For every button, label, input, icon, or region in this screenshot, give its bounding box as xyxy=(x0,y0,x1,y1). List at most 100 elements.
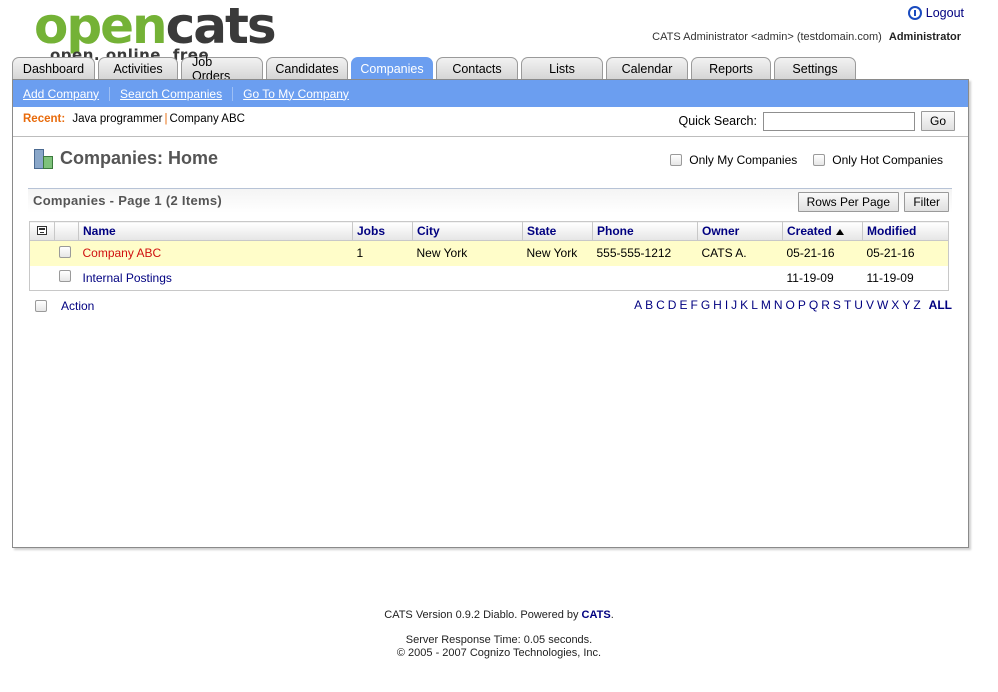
table-header-row: Name Jobs City State Phone Owner Created… xyxy=(29,221,949,241)
letter-filter-k[interactable]: K xyxy=(740,298,748,312)
list-title: Companies - Page 1 (2 Items) xyxy=(33,193,223,208)
go-button[interactable]: Go xyxy=(920,111,955,131)
logout-label[interactable]: Logout xyxy=(926,6,964,20)
letter-filter-w[interactable]: W xyxy=(877,298,888,312)
user-identity: CATS Administrator <admin> (testdomain.c… xyxy=(652,31,882,43)
cats-link[interactable]: CATS xyxy=(582,609,611,621)
go-to-my-company-link[interactable]: Go To My Company xyxy=(232,86,359,101)
tab-reports[interactable]: Reports xyxy=(691,57,771,80)
letter-filter-g[interactable]: G xyxy=(701,298,710,312)
column-header-city[interactable]: City xyxy=(412,221,523,241)
companies-table: Name Jobs City State Phone Owner Created… xyxy=(29,221,949,291)
cell-name[interactable]: Internal Postings xyxy=(79,266,353,291)
select-column-header xyxy=(54,221,79,241)
column-chooser-icon[interactable] xyxy=(37,226,47,235)
letter-filter-d[interactable]: D xyxy=(668,298,677,312)
table-row[interactable]: Internal Postings 11-19-09 11-19-09 xyxy=(30,266,949,291)
cell-state xyxy=(523,266,593,291)
cell-name[interactable]: Company ABC xyxy=(78,240,353,266)
letter-filter-j[interactable]: J xyxy=(731,298,737,312)
tab-dashboard[interactable]: Dashboard xyxy=(12,57,95,80)
quick-search-label: Quick Search: xyxy=(678,114,757,128)
letter-filter-m[interactable]: M xyxy=(761,298,771,312)
search-companies-link[interactable]: Search Companies xyxy=(109,86,232,101)
tab-contacts[interactable]: Contacts xyxy=(436,57,518,80)
letter-filter-p[interactable]: P xyxy=(798,298,806,312)
cell-city xyxy=(413,266,523,291)
quick-search-input[interactable] xyxy=(762,111,915,131)
row-select-cell xyxy=(55,266,79,291)
letter-filter-n[interactable]: N xyxy=(774,298,783,312)
list-header: Companies - Page 1 (2 Items) Rows Per Pa… xyxy=(28,188,952,213)
letter-filter-u[interactable]: U xyxy=(854,298,863,312)
letter-filter-x[interactable]: X xyxy=(891,298,899,312)
recent-item-company-abc[interactable]: Company ABC xyxy=(170,113,245,125)
tab-lists[interactable]: Lists xyxy=(521,57,603,80)
only-hot-companies-checkbox[interactable] xyxy=(813,154,826,166)
column-header-owner[interactable]: Owner xyxy=(697,221,783,241)
column-header-phone[interactable]: Phone xyxy=(592,221,698,241)
cell-jobs xyxy=(353,266,413,291)
rows-per-page-button[interactable]: Rows Per Page xyxy=(797,192,899,212)
only-my-companies-checkbox[interactable] xyxy=(670,154,683,166)
letter-filter-s[interactable]: S xyxy=(833,298,841,312)
letter-filter-v[interactable]: V xyxy=(866,298,874,312)
only-my-companies-label: Only My Companies xyxy=(689,153,798,167)
power-icon[interactable] xyxy=(907,6,922,20)
letter-filter-y[interactable]: Y xyxy=(902,298,910,312)
letter-filter-a[interactable]: A xyxy=(634,298,642,312)
row-checkbox[interactable] xyxy=(58,245,71,258)
footer-copyright: © 2005 - 2007 Cognizo Technologies, Inc. xyxy=(396,647,602,659)
quick-search: Quick Search: Go xyxy=(678,111,955,131)
letter-filter-z[interactable]: Z xyxy=(913,298,920,312)
letter-filter-f[interactable]: F xyxy=(690,298,697,312)
letter-filter-e[interactable]: E xyxy=(679,298,687,312)
column-header-modified[interactable]: Modified xyxy=(862,221,949,241)
letter-filter-q[interactable]: Q xyxy=(809,298,818,312)
row-spacer-cell xyxy=(29,240,55,266)
tab-job-orders[interactable]: Job Orders xyxy=(181,55,263,83)
letter-filter-h[interactable]: H xyxy=(713,298,722,312)
column-header-created[interactable]: Created xyxy=(782,221,863,241)
select-all-checkbox[interactable] xyxy=(35,300,47,312)
tab-settings[interactable]: Settings xyxy=(774,57,856,80)
only-my-companies-filter[interactable]: Only My Companies xyxy=(670,153,797,167)
row-select-cell xyxy=(54,240,79,266)
letter-filter-all[interactable]: ALL xyxy=(929,298,952,312)
column-selector-header[interactable] xyxy=(29,221,55,241)
action-link[interactable]: Action xyxy=(61,299,94,313)
tab-companies[interactable]: Companies xyxy=(351,57,433,80)
footer-response-time: Server Response Time: 0.05 seconds. xyxy=(405,634,593,646)
cell-state: New York xyxy=(522,240,593,266)
recent-item-java-programmer[interactable]: Java programmer xyxy=(72,113,162,125)
add-company-link[interactable]: Add Company xyxy=(23,87,109,101)
filter-button[interactable]: Filter xyxy=(904,192,949,212)
tab-activities[interactable]: Activities xyxy=(98,57,178,80)
tab-candidates[interactable]: Candidates xyxy=(266,57,348,80)
column-header-name[interactable]: Name xyxy=(78,221,353,241)
sort-ascending-icon xyxy=(835,228,844,235)
column-header-jobs[interactable]: Jobs xyxy=(352,221,413,241)
letter-filter-r[interactable]: R xyxy=(821,298,830,312)
letter-filter-c[interactable]: C xyxy=(656,298,665,312)
letter-filter-i[interactable]: I xyxy=(725,298,728,312)
letter-filter-t[interactable]: T xyxy=(844,298,851,312)
alphabet-filter: A B C D E F G H I J K L M N O P Q R S T U V W X Y Z ALL xyxy=(634,298,952,312)
cell-modified: 11-19-09 xyxy=(866,270,914,285)
footer-version: CATS Version 0.9.2 Diablo. Powered by CA… xyxy=(0,609,998,621)
column-header-state[interactable]: State xyxy=(522,221,593,241)
bulk-action: Action xyxy=(35,299,94,313)
letter-filter-l[interactable]: L xyxy=(751,298,758,312)
only-hot-companies-filter[interactable]: Only Hot Companies xyxy=(813,153,943,167)
cell-phone xyxy=(593,266,698,291)
recent-bar: Recent: Java programmer | Company ABC Quic… xyxy=(13,107,968,137)
tab-calendar[interactable]: Calendar xyxy=(606,57,688,80)
letter-filter-b[interactable]: B xyxy=(645,298,653,312)
logout-link[interactable]: Logout xyxy=(907,6,964,20)
table-row[interactable]: Company ABC 1 New York New York 555-555-1212… xyxy=(29,240,949,266)
letter-filter-o[interactable]: O xyxy=(786,298,795,312)
cell-modified: 05-21-16 xyxy=(862,240,949,266)
version-suffix: . xyxy=(610,609,614,621)
cell-created: 05-21-16 xyxy=(782,240,863,266)
row-checkbox[interactable] xyxy=(58,270,71,283)
